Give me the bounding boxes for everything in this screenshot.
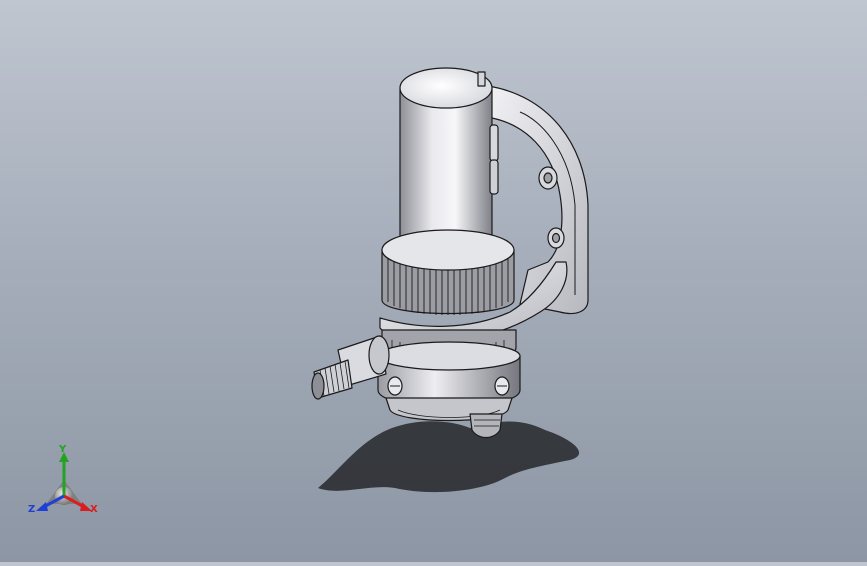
orientation-triad[interactable]: Y X Z — [24, 444, 104, 524]
upper-gear[interactable] — [381, 229, 515, 315]
z-axis-label: Z — [28, 504, 36, 515]
y-axis-label: Y — [59, 444, 67, 455]
graphics-viewport[interactable] — [0, 0, 867, 562]
top-pin — [477, 71, 486, 87]
model-shadow — [318, 421, 580, 493]
valve-assembly[interactable] — [311, 67, 589, 439]
inlet-opening — [311, 372, 325, 400]
model-view[interactable] — [0, 0, 867, 562]
x-axis-label: X — [90, 504, 98, 515]
